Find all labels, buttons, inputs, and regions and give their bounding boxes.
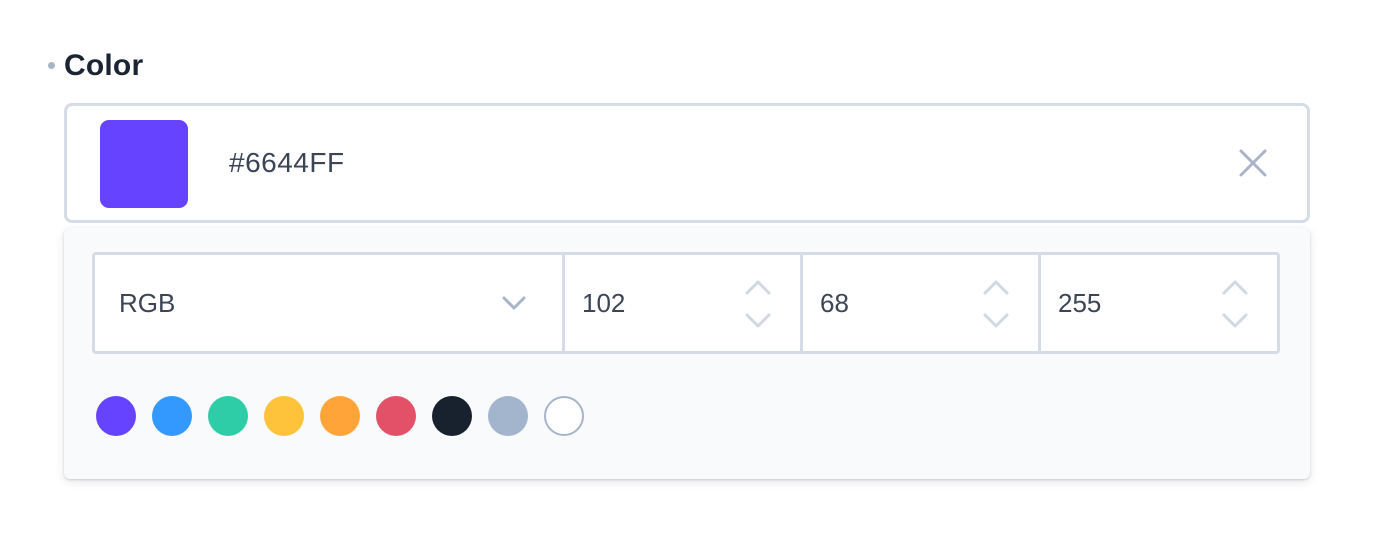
field-label-text: Color <box>64 49 144 82</box>
color-picker-popover: RGB 102 68 255 <box>64 228 1310 479</box>
green-channel-value[interactable]: 68 <box>820 255 849 351</box>
preset-swatches <box>96 396 584 436</box>
preset-swatch-green[interactable] <box>208 396 248 436</box>
color-input[interactable]: #6644FF <box>64 103 1310 223</box>
chevron-down-icon <box>1222 313 1248 328</box>
red-channel-field[interactable]: 102 <box>565 255 803 351</box>
blue-increment-button[interactable] <box>1221 277 1249 299</box>
color-controls: RGB 102 68 255 <box>92 252 1280 354</box>
preset-swatch-red[interactable] <box>376 396 416 436</box>
red-channel-value[interactable]: 102 <box>582 255 625 351</box>
close-icon <box>1239 149 1267 177</box>
preset-swatch-purple[interactable] <box>96 396 136 436</box>
preset-swatch-orange[interactable] <box>320 396 360 436</box>
red-increment-button[interactable] <box>744 277 772 299</box>
chevron-up-icon <box>983 280 1009 295</box>
blue-decrement-button[interactable] <box>1221 309 1249 331</box>
blue-channel-stepper <box>1221 277 1249 331</box>
hex-value-input[interactable]: #6644FF <box>229 106 345 220</box>
preset-swatch-yellow[interactable] <box>264 396 304 436</box>
preset-swatch-white[interactable] <box>544 396 584 436</box>
preset-swatch-black[interactable] <box>432 396 472 436</box>
green-increment-button[interactable] <box>982 277 1010 299</box>
color-mode-select[interactable]: RGB <box>95 255 565 351</box>
red-decrement-button[interactable] <box>744 309 772 331</box>
required-dot <box>48 61 55 69</box>
field-label: Color <box>48 46 143 86</box>
green-channel-stepper <box>982 277 1010 331</box>
green-decrement-button[interactable] <box>982 309 1010 331</box>
chevron-down-icon <box>500 289 528 317</box>
blue-channel-field[interactable]: 255 <box>1041 255 1277 351</box>
preset-swatch-blue[interactable] <box>152 396 192 436</box>
red-channel-stepper <box>744 277 772 331</box>
green-channel-field[interactable]: 68 <box>803 255 1041 351</box>
chevron-down-icon <box>983 313 1009 328</box>
blue-channel-value[interactable]: 255 <box>1058 255 1101 351</box>
color-preview-swatch[interactable] <box>100 120 188 208</box>
chevron-up-icon <box>745 280 771 295</box>
clear-color-button[interactable] <box>1237 147 1269 179</box>
preset-swatch-gray[interactable] <box>488 396 528 436</box>
chevron-down-icon <box>745 313 771 328</box>
chevron-up-icon <box>1222 280 1248 295</box>
color-mode-value: RGB <box>119 288 176 318</box>
